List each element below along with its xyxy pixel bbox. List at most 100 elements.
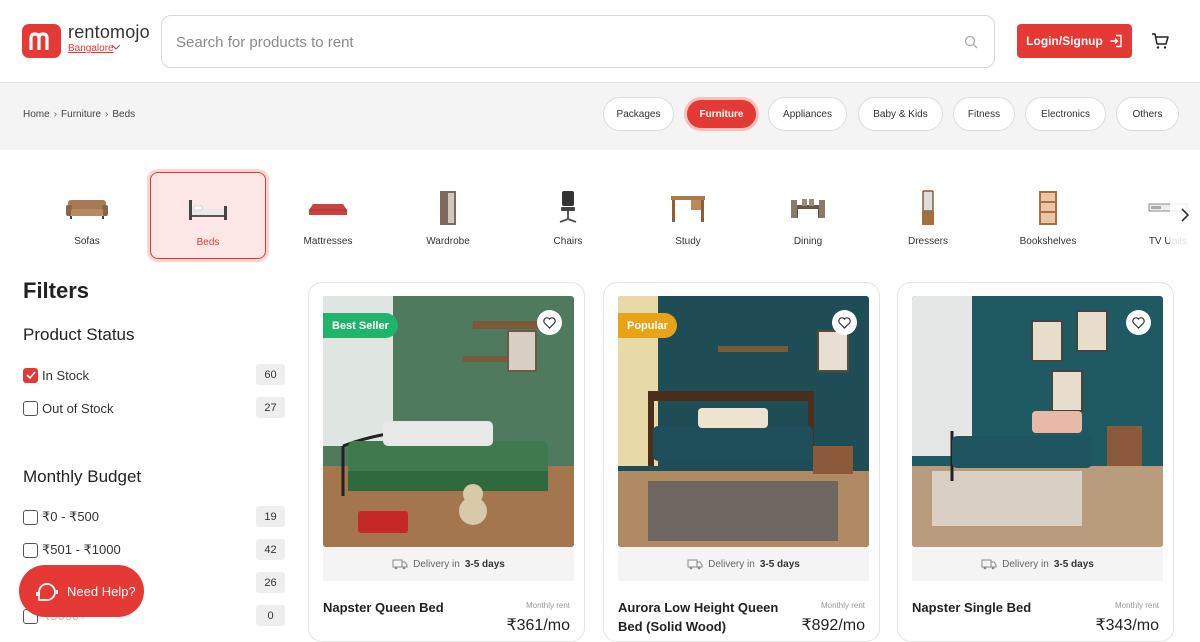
city-selector[interactable]: Bangalore [68, 43, 114, 54]
filter-budget-0-500[interactable]: ₹0 - ₹500 19 [23, 506, 285, 528]
filter-label: Out of Stock [42, 400, 114, 416]
pill-fitness[interactable]: Fitness [953, 97, 1015, 131]
subcategory-scroll-right[interactable] [1170, 172, 1200, 258]
breadcrumb-beds: Beds [112, 109, 136, 120]
filter-count: 19 [256, 506, 285, 527]
delivery-truck-icon [687, 559, 703, 569]
breadcrumb-furniture[interactable]: Furniture [61, 109, 101, 120]
checkbox[interactable] [23, 400, 38, 416]
delivery-prefix: Delivery in [413, 558, 460, 570]
filter-label: ₹501 - ₹1000 [42, 542, 121, 557]
need-help-button[interactable]: Need Help? [19, 565, 144, 617]
pill-packages[interactable]: Packages [603, 97, 674, 131]
bed-icon [189, 200, 227, 220]
product-price: ₹361/mo [506, 617, 570, 634]
wishlist-heart-icon[interactable] [1126, 310, 1151, 335]
breadcrumb-separator-icon: › [53, 109, 58, 120]
delivery-prefix: Delivery in [708, 558, 755, 570]
product-image[interactable] [912, 296, 1163, 547]
pill-appliances[interactable]: Appliances [768, 97, 847, 131]
checkbox-checked-icon[interactable] [23, 367, 38, 383]
breadcrumb-home[interactable]: Home [23, 109, 50, 120]
checkbox[interactable] [23, 542, 38, 558]
login-signup-label: Login/Signup [1026, 34, 1103, 48]
subcategory-label: Dining [793, 236, 823, 247]
dining-table-icon [791, 199, 825, 218]
delivery-days: 3-5 days [1053, 558, 1094, 570]
best-seller-badge: Best Seller [323, 313, 398, 338]
chevron-down-icon[interactable] [111, 43, 121, 51]
delivery-days: 3-5 days [464, 558, 505, 570]
bed-photo [912, 296, 1163, 547]
logo-m-icon [29, 32, 49, 50]
cart-icon[interactable] [1151, 32, 1169, 50]
mattress-icon [309, 204, 347, 215]
wishlist-heart-icon[interactable] [537, 310, 562, 335]
monthly-rent-label: Monthly rent [1114, 601, 1159, 610]
subcategory-sofas[interactable]: Sofas [29, 172, 145, 259]
delivery-info: Delivery in 3-5 days [912, 547, 1163, 581]
filter-label: ₹0 - ₹500 [42, 509, 100, 524]
filter-count: 26 [256, 572, 285, 593]
dresser-icon [922, 190, 934, 225]
pill-others[interactable]: Others [1116, 97, 1179, 131]
filter-count: 27 [256, 397, 285, 418]
filters-title: Filters [23, 278, 90, 303]
filter-in-stock[interactable]: In Stock 60 [23, 364, 285, 386]
wishlist-heart-icon[interactable] [832, 310, 857, 335]
subcategory-wardrobe[interactable]: Wardrobe [390, 172, 506, 259]
monthly-budget-title: Monthly Budget [23, 467, 142, 486]
product-name[interactable]: Aurora Low Height Queen Bed (Solid Wood) [618, 598, 793, 636]
brand-name[interactable]: rentomojo [68, 22, 150, 43]
monthly-rent-label: Monthly rent [820, 601, 865, 610]
subcategory-beds[interactable]: Beds [150, 172, 266, 259]
subcategory-label: Mattresses [303, 236, 353, 247]
subcategory-label: Beds [196, 237, 220, 248]
product-name[interactable]: Napster Queen Bed [323, 598, 498, 617]
delivery-truck-icon [981, 559, 997, 569]
product-name[interactable]: Napster Single Bed [912, 598, 1087, 617]
login-signup-button[interactable]: Login/Signup [1017, 24, 1132, 58]
search-icon[interactable] [964, 35, 978, 49]
pill-furniture[interactable]: Furniture [684, 97, 759, 131]
filter-count: 60 [256, 364, 285, 385]
pill-baby-kids[interactable]: Baby & Kids [858, 97, 943, 131]
chair-icon [559, 191, 577, 223]
product-card[interactable]: Delivery in 3-5 days Napster Single Bed … [897, 282, 1174, 642]
subcategory-bookshelves[interactable]: Bookshelves [990, 172, 1106, 259]
rentomojo-logo[interactable] [22, 24, 61, 58]
delivery-info: Delivery in 3-5 days [618, 547, 869, 581]
search-input[interactable] [176, 30, 936, 54]
subcategory-label: Bookshelves [1019, 236, 1077, 247]
checkbox[interactable] [23, 509, 38, 525]
subcategory-label: Study [675, 236, 701, 247]
filter-count: 42 [256, 539, 285, 560]
search-bar [161, 15, 995, 68]
popular-badge: Popular [618, 313, 677, 338]
subcategory-dressers[interactable]: Dressers [870, 172, 986, 259]
study-desk-icon [671, 196, 705, 222]
delivery-days: 3-5 days [759, 558, 800, 570]
wardrobe-icon [440, 191, 456, 225]
breadcrumb: Home › Furniture › Beds [23, 109, 135, 120]
chevron-right-icon [1181, 208, 1190, 222]
need-help-label: Need Help? [67, 583, 136, 599]
product-card[interactable]: Best Seller Delivery in 3-5 days Napster… [308, 282, 585, 642]
subcategory-study[interactable]: Study [630, 172, 746, 259]
subcategory-dining[interactable]: Dining [750, 172, 866, 259]
product-card[interactable]: Popular Delivery in 3-5 days Aurora Low … [603, 282, 880, 642]
delivery-info: Delivery in 3-5 days [323, 547, 574, 581]
product-status-title: Product Status [23, 325, 135, 344]
filter-budget-501-1000[interactable]: ₹501 - ₹1000 42 [23, 539, 285, 561]
product-price: ₹892/mo [801, 617, 865, 634]
subcategory-chairs[interactable]: Chairs [510, 172, 626, 259]
breadcrumb-separator-icon: › [105, 109, 109, 120]
delivery-prefix: Delivery in [1002, 558, 1049, 570]
pill-electronics[interactable]: Electronics [1025, 97, 1106, 131]
filter-label: In Stock [42, 367, 89, 383]
chat-support-icon [36, 583, 58, 601]
subcategory-mattresses[interactable]: Mattresses [270, 172, 386, 259]
filter-count: 0 [256, 605, 285, 626]
filter-out-of-stock[interactable]: Out of Stock 27 [23, 397, 285, 419]
category-band: Home › Furniture › Beds Packages Furnitu… [0, 83, 1200, 150]
